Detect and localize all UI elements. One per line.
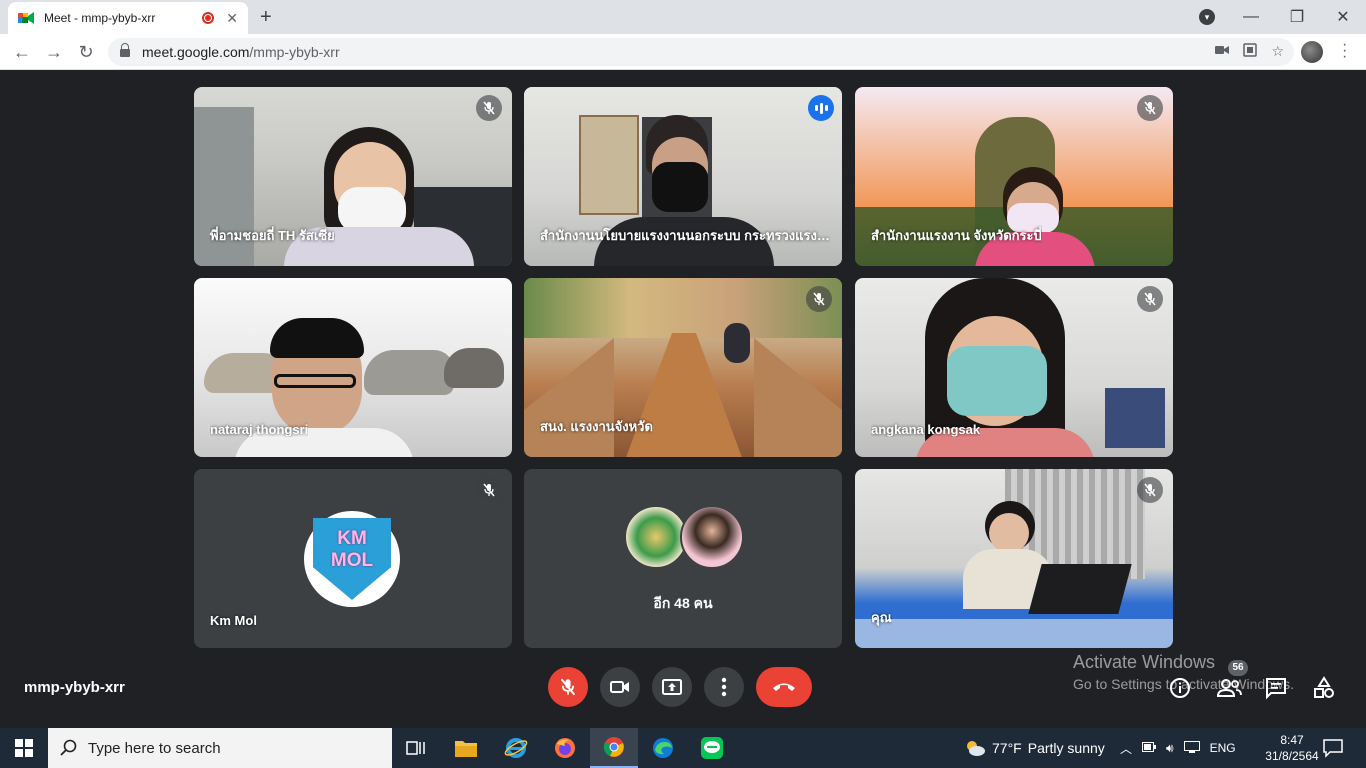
mic-off-icon <box>1137 477 1163 503</box>
more-vert-icon <box>721 677 727 697</box>
participant-name: Km Mol <box>210 613 257 628</box>
chat-icon[interactable] <box>1264 676 1288 700</box>
participant-tile[interactable]: พี่อามชอยถี่ TH รัสเซีย <box>194 87 512 266</box>
participant-avatar <box>624 505 688 569</box>
participant-avatar <box>680 505 744 569</box>
leave-call-button[interactable] <box>756 667 812 707</box>
participant-name: nataraj thongsri <box>210 422 309 437</box>
meeting-details-icon[interactable] <box>1168 676 1192 700</box>
tab-title: Meet - mmp-ybyb-xrr <box>44 11 156 25</box>
notification-icon[interactable] <box>1322 738 1344 758</box>
system-tray: ︿ 🔊︎ ENG <box>1120 728 1236 768</box>
browser-tab-meet[interactable]: Meet - mmp-ybyb-xrr ✕ <box>8 2 248 34</box>
clock-time: 8:47 <box>1280 733 1304 747</box>
participant-tile[interactable]: nataraj thongsri <box>194 278 512 457</box>
camera-permission-icon[interactable] <box>1215 43 1230 60</box>
participant-tile[interactable]: KM MOL Km Mol <box>194 469 512 648</box>
profile-avatar[interactable] <box>1301 41 1323 63</box>
search-placeholder: Type here to search <box>88 739 221 757</box>
participant-count-badge: 56 <box>1228 660 1248 676</box>
install-app-icon[interactable] <box>1243 43 1258 60</box>
more-options-button[interactable] <box>704 667 744 707</box>
minimize-icon[interactable]: — <box>1228 8 1274 26</box>
new-tab-button[interactable]: + <box>260 6 272 29</box>
participant-tile[interactable]: angkana kongsak <box>855 278 1173 457</box>
meeting-code: mmp-ybyb-xrr <box>24 679 125 696</box>
camera-icon <box>610 681 629 693</box>
mic-off-icon <box>1137 95 1163 121</box>
file-explorer-icon[interactable] <box>442 728 490 768</box>
window-controls: — ❐ ✕ <box>1228 0 1366 34</box>
taskbar-clock[interactable]: 8:47 31/8/2564 <box>1262 732 1322 764</box>
internet-explorer-icon[interactable] <box>492 728 540 768</box>
url-path: /mmp-ybyb-xrr <box>249 44 340 60</box>
google-meet-icon <box>18 11 34 25</box>
back-icon[interactable]: ← <box>10 40 34 64</box>
lock-icon[interactable] <box>120 43 130 57</box>
browser-menu-icon[interactable]: · · · <box>1342 37 1347 65</box>
participant-tile[interactable]: สำนักงานแรงงาน จังหวัดกระบี่ <box>855 87 1173 266</box>
weather-temperature: 77°F <box>992 740 1022 756</box>
weather-condition: Partly sunny <box>1027 740 1105 756</box>
chrome-icon[interactable] <box>590 728 638 768</box>
participant-name: สนง. แรงงานจังหวัด <box>540 419 653 434</box>
tab-close-icon[interactable]: ✕ <box>226 10 238 27</box>
search-icon <box>60 739 77 756</box>
hang-up-icon <box>773 683 795 691</box>
microphone-toggle-button[interactable] <box>548 667 588 707</box>
taskbar-search[interactable]: Type here to search <box>48 728 392 768</box>
chevron-up-icon[interactable]: ︿ <box>1120 740 1132 757</box>
participant-name: สำนักงานนโยบายแรงงานนอกระบบ กระทรวงแรงงา… <box>540 228 830 243</box>
mic-off-icon <box>806 286 832 312</box>
volume-icon[interactable]: 🔊︎ <box>1166 741 1174 756</box>
edge-icon[interactable] <box>639 728 687 768</box>
window-close-icon[interactable]: ✕ <box>1320 7 1366 27</box>
input-language[interactable]: ENG <box>1210 741 1236 755</box>
browser-toolbar: ← → ↻ meet.google.com/mmp-ybyb-xrr ☆ · · · <box>0 34 1366 70</box>
mic-off-icon <box>476 95 502 121</box>
tab-search-icon[interactable]: ▾ <box>1199 9 1215 25</box>
start-button[interactable] <box>0 728 48 768</box>
mic-off-icon <box>560 678 576 696</box>
present-screen-button[interactable] <box>652 667 692 707</box>
windows-icon <box>15 739 33 757</box>
video-feed <box>855 469 1173 648</box>
bookmark-star-icon[interactable]: ☆ <box>1271 43 1284 60</box>
address-bar[interactable]: meet.google.com/mmp-ybyb-xrr ☆ <box>108 38 1294 66</box>
camera-toggle-button[interactable] <box>600 667 640 707</box>
present-screen-icon <box>662 679 682 695</box>
participant-name: คุณ <box>871 610 892 625</box>
line-app-icon[interactable] <box>688 728 736 768</box>
firefox-icon[interactable] <box>541 728 589 768</box>
km-mol-logo: KM MOL <box>313 518 391 600</box>
forward-icon[interactable]: → <box>42 40 66 64</box>
clock-date: 31/8/2564 <box>1265 749 1319 763</box>
recording-icon <box>202 12 215 24</box>
network-icon[interactable] <box>1183 740 1200 756</box>
speaking-indicator-icon <box>808 95 834 121</box>
windows-taskbar: Type here to search 77°F Partly sunny ︿ … <box>0 728 1366 768</box>
participant-tile[interactable]: สนง. แรงงานจังหวัด <box>524 278 842 457</box>
browser-tabstrip: Meet - mmp-ybyb-xrr ✕ + ▾ — ❐ ✕ <box>0 0 1366 34</box>
participant-tile[interactable]: คุณ <box>855 469 1173 648</box>
participant-name: สำนักงานแรงงาน จังหวัดกระบี่ <box>871 228 1042 243</box>
participant-tile[interactable]: สำนักงานนโยบายแรงงานนอกระบบ กระทรวงแรงงา… <box>524 87 842 266</box>
weather-widget[interactable]: 77°F Partly sunny <box>964 728 1105 768</box>
mic-off-icon <box>476 477 502 503</box>
partly-sunny-icon <box>967 741 985 756</box>
participant-name: พี่อามชอยถี่ TH รัสเซีย <box>210 228 335 243</box>
people-icon[interactable] <box>1216 676 1242 700</box>
more-participants-tile[interactable]: อีก 48 คน <box>524 469 842 648</box>
task-view-icon[interactable] <box>392 728 440 768</box>
restore-icon[interactable]: ❐ <box>1274 7 1320 27</box>
participant-avatar: KM MOL <box>304 511 400 607</box>
activities-icon[interactable] <box>1312 676 1336 700</box>
mic-off-icon <box>1137 286 1163 312</box>
reload-icon[interactable]: ↻ <box>74 40 98 64</box>
url-host: meet.google.com <box>142 44 250 60</box>
participant-name: angkana kongsak <box>871 422 981 437</box>
more-participants-label: อีก 48 คน <box>653 595 713 611</box>
battery-icon[interactable] <box>1142 741 1157 755</box>
